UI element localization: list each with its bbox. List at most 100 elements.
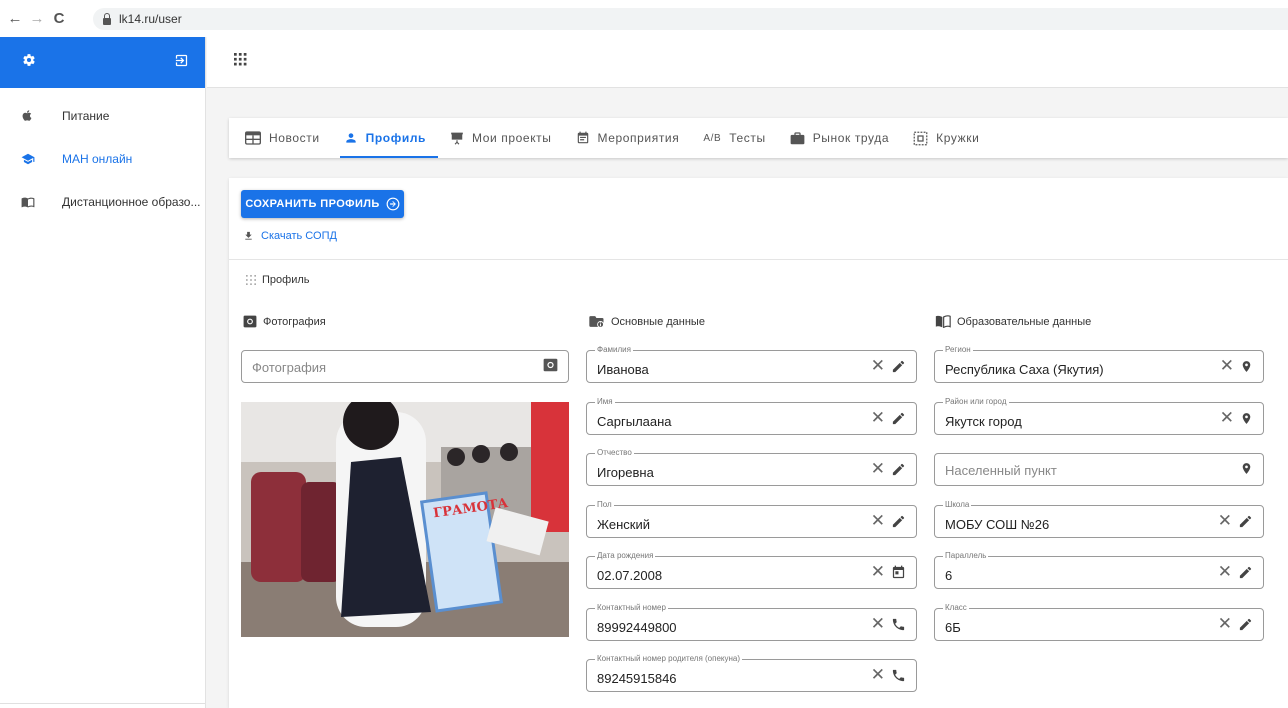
save-profile-button[interactable]: СОХРАНИТЬ ПРОФИЛЬ xyxy=(241,190,404,218)
field-value: Иванова xyxy=(597,362,649,377)
apple-icon xyxy=(0,108,62,123)
field-value: 89992449800 xyxy=(597,619,677,635)
grade-field[interactable]: Параллель 6 ✕ xyxy=(934,551,1264,589)
arrow-circle-right-icon xyxy=(386,197,400,211)
pencil-icon[interactable] xyxy=(891,514,906,529)
field-label: Фамилия xyxy=(595,345,633,355)
map-pin-icon[interactable] xyxy=(1240,411,1253,426)
pencil-icon[interactable] xyxy=(1238,565,1253,580)
apps-grid-icon[interactable] xyxy=(234,53,247,71)
calendar-icon[interactable] xyxy=(891,565,906,580)
clear-icon[interactable]: ✕ xyxy=(1218,512,1232,530)
back-arrow-icon[interactable]: ← xyxy=(4,10,26,27)
field-label: Контактный номер родителя (опекуна) xyxy=(595,654,743,664)
download-icon xyxy=(243,230,254,242)
field-label: Контактный номер xyxy=(595,602,668,613)
clear-icon[interactable]: ✕ xyxy=(871,615,885,633)
browser-toolbar: ← → C lk14.ru/user xyxy=(0,0,1288,37)
photo-upload-field[interactable]: Фотография xyxy=(241,350,569,383)
tab-my-projects[interactable]: Мои проекты xyxy=(450,118,551,158)
map-pin-icon[interactable] xyxy=(1240,359,1253,374)
clear-icon[interactable]: ✕ xyxy=(871,409,885,427)
birth-date-field[interactable]: Дата рождения 02.07.2008 ✕ xyxy=(586,551,917,589)
book-open-icon xyxy=(935,315,951,328)
map-pin-icon[interactable] xyxy=(1240,461,1253,476)
sidebar-item-label: Дистанционное образо... xyxy=(62,194,201,209)
field-value: 6 xyxy=(945,568,953,583)
save-button-label: СОХРАНИТЬ ПРОФИЛЬ xyxy=(245,198,380,210)
tab-clubs[interactable]: Кружки xyxy=(913,118,979,158)
tab-label: Кружки xyxy=(936,131,980,145)
pencil-icon[interactable] xyxy=(891,359,906,374)
clear-icon[interactable]: ✕ xyxy=(871,667,885,684)
field-label: Отчество xyxy=(595,448,634,458)
sidebar-item-nutrition[interactable]: Питание xyxy=(0,94,205,137)
newspaper-icon xyxy=(245,131,261,145)
clear-icon[interactable]: ✕ xyxy=(1220,358,1234,375)
phone-icon[interactable] xyxy=(891,617,906,632)
camera-icon[interactable] xyxy=(543,358,558,372)
sidebar-item-label: МАН онлайн xyxy=(62,151,133,166)
school-field[interactable]: Школа МОБУ СОШ №26 ✕ xyxy=(934,499,1264,538)
clear-icon[interactable]: ✕ xyxy=(871,512,885,530)
address-bar[interactable]: lk14.ru/user xyxy=(93,8,1288,30)
tab-news[interactable]: Новости xyxy=(245,118,320,158)
field-label: Пол xyxy=(595,499,614,510)
field-label: Район или город xyxy=(943,396,1009,407)
logout-icon[interactable] xyxy=(174,53,189,73)
first-name-field[interactable]: Имя Саргылаана ✕ xyxy=(586,396,917,435)
clear-icon[interactable]: ✕ xyxy=(1218,564,1232,581)
district-field[interactable]: Район или город Якутск город ✕ xyxy=(934,396,1264,435)
sidebar-header xyxy=(0,37,205,88)
divider xyxy=(229,259,1288,260)
gear-icon[interactable] xyxy=(22,53,36,72)
edu-section-title: Образовательные данные xyxy=(935,315,1091,328)
clear-icon[interactable]: ✕ xyxy=(871,358,885,375)
phone-icon[interactable] xyxy=(891,668,906,683)
field-value: 89245915846 xyxy=(597,671,677,686)
photo-placeholder: Фотография xyxy=(252,360,327,375)
field-value: Саргылаана xyxy=(597,413,672,429)
last-name-field[interactable]: Фамилия Иванова ✕ xyxy=(586,345,917,383)
fraction-icon: A/B xyxy=(703,132,722,144)
clear-icon[interactable]: ✕ xyxy=(871,461,885,478)
locality-field[interactable]: Населенный пункт xyxy=(934,453,1264,486)
clear-icon[interactable]: ✕ xyxy=(1218,615,1232,633)
contact-phone-field[interactable]: Контактный номер 89992449800 ✕ xyxy=(586,602,917,641)
event-note-icon xyxy=(576,131,590,145)
tab-events[interactable]: Мероприятия xyxy=(576,118,680,158)
pencil-icon[interactable] xyxy=(1238,514,1253,529)
clear-icon[interactable]: ✕ xyxy=(1220,409,1234,427)
tab-label: Мероприятия xyxy=(597,131,680,145)
tab-tests[interactable]: A/B Тесты xyxy=(703,118,765,158)
clear-icon[interactable]: ✕ xyxy=(871,564,885,581)
region-field[interactable]: Регион Республика Саха (Якутия) ✕ xyxy=(934,345,1264,383)
field-value: 02.07.2008 xyxy=(597,568,663,583)
profile-card: СОХРАНИТЬ ПРОФИЛЬ Скачать СОПД Профиль Ф… xyxy=(229,178,1288,708)
field-placeholder: Населенный пункт xyxy=(945,463,1057,478)
gender-field[interactable]: Пол Женский ✕ xyxy=(586,499,917,538)
folder-info-icon xyxy=(589,315,605,328)
reload-icon[interactable]: C xyxy=(48,10,70,27)
sidebar-item-label: Питание xyxy=(62,108,110,123)
field-value: Игоревна xyxy=(597,465,654,480)
forward-arrow-icon[interactable]: → xyxy=(26,10,48,27)
field-value: МОБУ СОШ №26 xyxy=(945,516,1050,532)
patronymic-field[interactable]: Отчество Игоревна ✕ xyxy=(586,448,917,486)
pencil-icon[interactable] xyxy=(891,411,906,426)
tab-job-market[interactable]: Рынок труда xyxy=(790,118,889,158)
book-open-icon xyxy=(0,195,62,209)
field-label: Параллель xyxy=(943,551,989,561)
pencil-icon[interactable] xyxy=(891,462,906,477)
tab-profile[interactable]: Профиль xyxy=(339,118,439,158)
download-sopd-link[interactable]: Скачать СОПД xyxy=(243,230,337,242)
sidebar-divider xyxy=(0,703,205,704)
pencil-icon[interactable] xyxy=(1238,617,1253,632)
crop-icon xyxy=(913,131,928,146)
parent-phone-field[interactable]: Контактный номер родителя (опекуна) 89245… xyxy=(586,654,917,692)
field-value: Республика Саха (Якутия) xyxy=(945,362,1104,377)
presentation-icon xyxy=(450,131,464,146)
sidebar-item-man-online[interactable]: МАН онлайн xyxy=(0,137,205,180)
sidebar-item-distance-learning[interactable]: Дистанционное образо... xyxy=(0,180,205,223)
class-field[interactable]: Класс 6Б ✕ xyxy=(934,602,1264,641)
